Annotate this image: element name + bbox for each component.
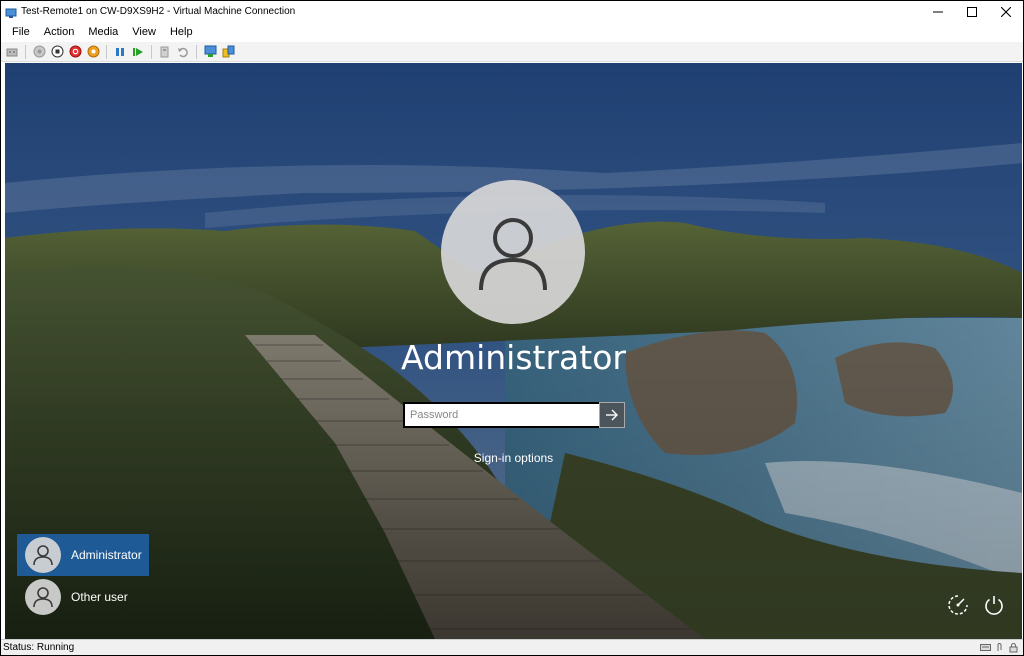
user-item-label: Administrator (71, 548, 142, 562)
pause-icon[interactable] (113, 45, 127, 59)
title-bar: Test-Remote1 on CW-D9XS9H2 - Virtual Mac… (1, 1, 1023, 22)
attachment-icon (994, 642, 1005, 653)
lock-icon (1008, 642, 1019, 653)
password-box (403, 402, 625, 428)
user-item-other-user[interactable]: Other user (17, 576, 149, 618)
minimize-icon (933, 11, 943, 12)
power-icon (985, 596, 1003, 615)
enhanced-session-icon[interactable] (203, 45, 217, 59)
window-controls (921, 1, 1023, 22)
user-icon (479, 218, 547, 291)
lock-screen-corner-icons (946, 593, 1006, 617)
share-icon[interactable] (221, 45, 235, 59)
shut-down-icon[interactable] (68, 45, 82, 59)
user-avatar-large (441, 180, 585, 324)
vm-connection-app-icon (5, 6, 17, 18)
toolbar-separator (106, 44, 107, 59)
menu-view[interactable]: View (125, 22, 163, 42)
password-input[interactable] (403, 402, 599, 428)
user-icon (33, 587, 53, 608)
arrow-right-icon (606, 409, 618, 421)
user-avatar (25, 579, 61, 615)
start-icon[interactable] (32, 45, 46, 59)
status-bar: Status: Running (1, 639, 1023, 655)
login-username: Administrator (401, 338, 626, 377)
keyboard-icon (980, 642, 991, 653)
toolbar-separator (25, 44, 26, 59)
save-icon[interactable] (86, 45, 100, 59)
maximize-icon (967, 6, 977, 17)
turn-off-icon[interactable] (50, 45, 64, 59)
submit-button[interactable] (599, 402, 625, 428)
toolbar-separator (196, 44, 197, 59)
user-avatar (25, 537, 61, 573)
toolbar-separator (151, 44, 152, 59)
user-item-administrator[interactable]: Administrator (17, 534, 149, 576)
close-button[interactable] (989, 1, 1023, 22)
window-title: Test-Remote1 on CW-D9XS9H2 - Virtual Mac… (21, 6, 296, 17)
user-icon (33, 545, 53, 566)
status-text: Status: Running (3, 642, 75, 653)
resume-icon[interactable] (131, 45, 145, 59)
menu-file[interactable]: File (5, 22, 37, 42)
user-list: Administrator Other user (17, 534, 149, 618)
vm-connection-window: Test-Remote1 on CW-D9XS9H2 - Virtual Mac… (0, 0, 1024, 656)
toolbar (1, 42, 1023, 62)
menu-action[interactable]: Action (37, 22, 82, 42)
menu-help[interactable]: Help (163, 22, 200, 42)
status-icons (980, 642, 1019, 653)
maximize-button[interactable] (955, 1, 989, 22)
power-button[interactable] (982, 593, 1006, 617)
ctrl-alt-del-icon[interactable] (5, 45, 19, 59)
checkpoint-icon[interactable] (158, 45, 172, 59)
ease-of-access-button[interactable] (946, 593, 970, 617)
menu-media[interactable]: Media (81, 22, 125, 42)
close-icon (1001, 6, 1011, 17)
minimize-button[interactable] (921, 1, 955, 22)
user-item-label: Other user (71, 590, 128, 604)
sign-in-options-link[interactable]: Sign-in options (5, 451, 1022, 465)
menu-bar: File Action Media View Help (1, 22, 1023, 42)
ease-of-access-icon (948, 595, 968, 615)
vm-screen[interactable]: Administrator Sign-in options Administra… (5, 63, 1022, 639)
revert-icon[interactable] (176, 45, 190, 59)
